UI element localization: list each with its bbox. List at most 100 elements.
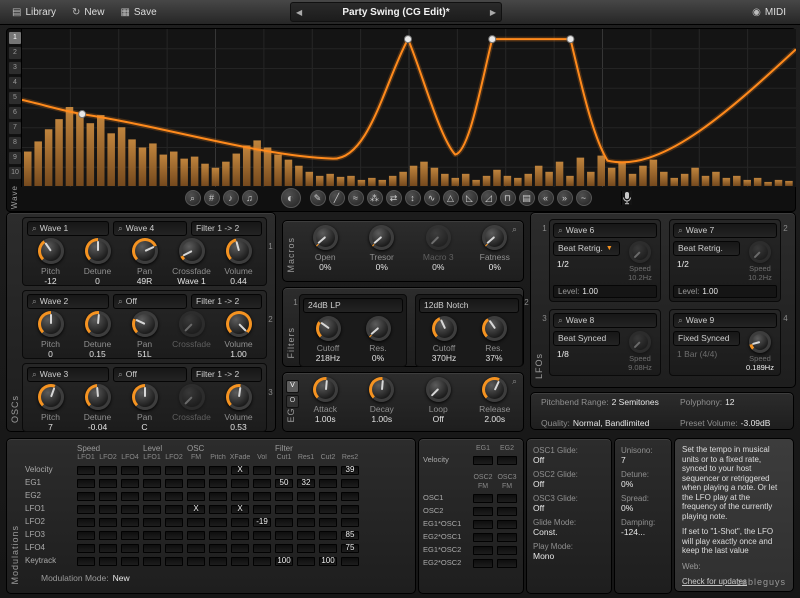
- matrix-cell-lfo4-res2[interactable]: 75: [341, 544, 359, 553]
- shift-right-icon[interactable]: »: [557, 190, 573, 206]
- matrix-cell-lfo4-lfo1[interactable]: [77, 544, 95, 553]
- matrix-cell-lfo4-cut1[interactable]: [275, 544, 293, 553]
- matrix-cell-lfo3-res2[interactable]: 85: [341, 531, 359, 540]
- matrix-cell-lfo2-res1[interactable]: [297, 518, 315, 527]
- matrix-cell-keytrack-lfo2[interactable]: [165, 557, 183, 566]
- shift-left-icon[interactable]: «: [538, 190, 554, 206]
- matrix-cell-lfo1-lfo4[interactable]: [121, 505, 139, 514]
- matrix-cell-lfo3-vol[interactable]: [253, 531, 271, 540]
- matrix-cell-eg1-xfade[interactable]: [231, 479, 249, 488]
- matrix-cell-lfo1-fm[interactable]: X: [187, 505, 205, 514]
- matrix-cell-keytrack-vol[interactable]: [253, 557, 271, 566]
- matrix-cell-eg2-lfo1[interactable]: [143, 492, 161, 501]
- matrix-cell-eg2-fm[interactable]: [187, 492, 205, 501]
- eg-tab-o[interactable]: O: [286, 395, 299, 408]
- matrix-cell-eg1-lfo2[interactable]: [165, 479, 183, 488]
- preset-title[interactable]: Party Swing (CG Edit)*: [307, 7, 485, 18]
- setting-item[interactable]: Unisono:7: [621, 446, 665, 465]
- matrix-cell-keytrack-cut2[interactable]: 100: [319, 557, 337, 566]
- lfo2-wave-select[interactable]: ⌕Wave 7: [673, 223, 777, 238]
- matrix-cell-eg2-lfo1[interactable]: [77, 492, 95, 501]
- steps-icon[interactable]: ▤: [519, 190, 535, 206]
- lfo2-rate-value[interactable]: 1/2: [673, 256, 740, 269]
- fatness-knob[interactable]: [482, 225, 507, 250]
- matrix-cell-keytrack-lfo1[interactable]: [143, 557, 161, 566]
- saw-up-icon[interactable]: ◿: [481, 190, 497, 206]
- matrix-cell-lfo2-lfo2[interactable]: [99, 518, 117, 527]
- matrix-cell-eg1-lfo1[interactable]: [143, 479, 161, 488]
- setting-item[interactable]: Damping:-124...: [621, 518, 665, 537]
- fm-matrix-cell[interactable]: [473, 546, 493, 555]
- matrix-cell-velocity-fm[interactable]: [187, 466, 205, 475]
- triplet-note-icon[interactable]: ♫: [242, 190, 258, 206]
- matrix-cell-eg2-cut2[interactable]: [319, 492, 337, 501]
- phase-display-icon[interactable]: ◐: [281, 188, 301, 208]
- lfo1-sync-select[interactable]: Beat Retrig.▼: [553, 241, 620, 256]
- wave-slot-5[interactable]: 5: [8, 91, 22, 105]
- matrix-cell-lfo1-cut1[interactable]: [275, 505, 293, 514]
- matrix-cell-eg1-cut1[interactable]: 50: [275, 479, 293, 488]
- fm-matrix-cell[interactable]: [497, 546, 517, 555]
- matrix-cell-lfo2-lfo2[interactable]: [165, 518, 183, 527]
- matrix-cell-lfo1-res2[interactable]: [341, 505, 359, 514]
- velocity-matrix-cell[interactable]: [473, 456, 493, 465]
- volume-knob[interactable]: [226, 238, 252, 264]
- fm-matrix-cell[interactable]: [497, 533, 517, 542]
- matrix-cell-keytrack-xfade[interactable]: [231, 557, 249, 566]
- matrix-cell-lfo3-lfo2[interactable]: [99, 531, 117, 540]
- setting-item[interactable]: Detune:0%: [621, 470, 665, 489]
- wave-slot-7[interactable]: 7: [8, 121, 22, 135]
- pitch-knob[interactable]: [38, 238, 64, 264]
- matrix-cell-lfo4-fm[interactable]: [187, 544, 205, 553]
- matrix-cell-lfo2-vol[interactable]: -19: [253, 518, 271, 527]
- lfo3-rate-value[interactable]: 1/8: [553, 346, 620, 359]
- matrix-cell-keytrack-lfo4[interactable]: [121, 557, 139, 566]
- lfo1-wave-select[interactable]: ⌕Wave 6: [553, 223, 657, 238]
- matrix-cell-velocity-lfo2[interactable]: [99, 466, 117, 475]
- wave-slot-10[interactable]: 10: [8, 166, 22, 180]
- matrix-cell-velocity-lfo1[interactable]: [77, 466, 95, 475]
- crossfade-knob[interactable]: [179, 238, 205, 264]
- attack-knob[interactable]: [313, 377, 338, 402]
- matrix-cell-lfo2-res2[interactable]: [341, 518, 359, 527]
- volume-knob[interactable]: [226, 384, 252, 410]
- new-button[interactable]: ↻New: [66, 5, 110, 20]
- midi-button[interactable]: ◉MIDI: [746, 5, 792, 20]
- matrix-cell-lfo4-xfade[interactable]: [231, 544, 249, 553]
- pitch-knob[interactable]: [38, 311, 64, 337]
- pan-knob[interactable]: [132, 311, 158, 337]
- matrix-cell-eg1-lfo2[interactable]: [99, 479, 117, 488]
- previous-preset-button[interactable]: ◀: [291, 6, 307, 19]
- wave-slot-8[interactable]: 8: [8, 136, 22, 150]
- flip-vertical-icon[interactable]: ↕: [405, 190, 421, 206]
- fm-matrix-cell[interactable]: [473, 533, 493, 542]
- matrix-cell-velocity-res1[interactable]: [297, 466, 315, 475]
- volume-knob[interactable]: [226, 311, 252, 337]
- fm-matrix-cell[interactable]: [473, 559, 493, 568]
- filter1-type-select[interactable]: 24dB LP: [303, 298, 403, 313]
- release-knob[interactable]: [482, 377, 507, 402]
- curve-node[interactable]: [79, 111, 86, 118]
- saw-down-icon[interactable]: ◺: [462, 190, 478, 206]
- curve-node[interactable]: [567, 36, 574, 43]
- wave-slot-9[interactable]: 9: [8, 151, 22, 165]
- curve-tool-icon[interactable]: ≈: [348, 190, 364, 206]
- matrix-cell-velocity-cut2[interactable]: [319, 466, 337, 475]
- matrix-cell-lfo3-cut2[interactable]: [319, 531, 337, 540]
- detune-knob[interactable]: [85, 311, 111, 337]
- osc1-filter-route-select[interactable]: Filter 1 -> 2: [191, 221, 262, 236]
- setting-item[interactable]: Glide Mode:Const.: [533, 518, 605, 537]
- matrix-cell-velocity-lfo4[interactable]: [121, 466, 139, 475]
- matrix-cell-lfo4-vol[interactable]: [253, 544, 271, 553]
- matrix-cell-eg2-res1[interactable]: [297, 492, 315, 501]
- wave-display[interactable]: [21, 29, 796, 187]
- matrix-cell-lfo1-vol[interactable]: [253, 505, 271, 514]
- matrix-cell-lfo1-lfo1[interactable]: [77, 505, 95, 514]
- filter2-type-select[interactable]: 12dB Notch: [419, 298, 519, 313]
- fm-matrix-cell[interactable]: [497, 507, 517, 516]
- lfo1-level-row[interactable]: Level:1.00: [553, 285, 657, 298]
- wave-slot-3[interactable]: 3: [8, 61, 22, 75]
- fm-matrix-cell[interactable]: [497, 559, 517, 568]
- matrix-cell-eg1-pitch[interactable]: [209, 479, 227, 488]
- matrix-cell-lfo1-pitch[interactable]: [209, 505, 227, 514]
